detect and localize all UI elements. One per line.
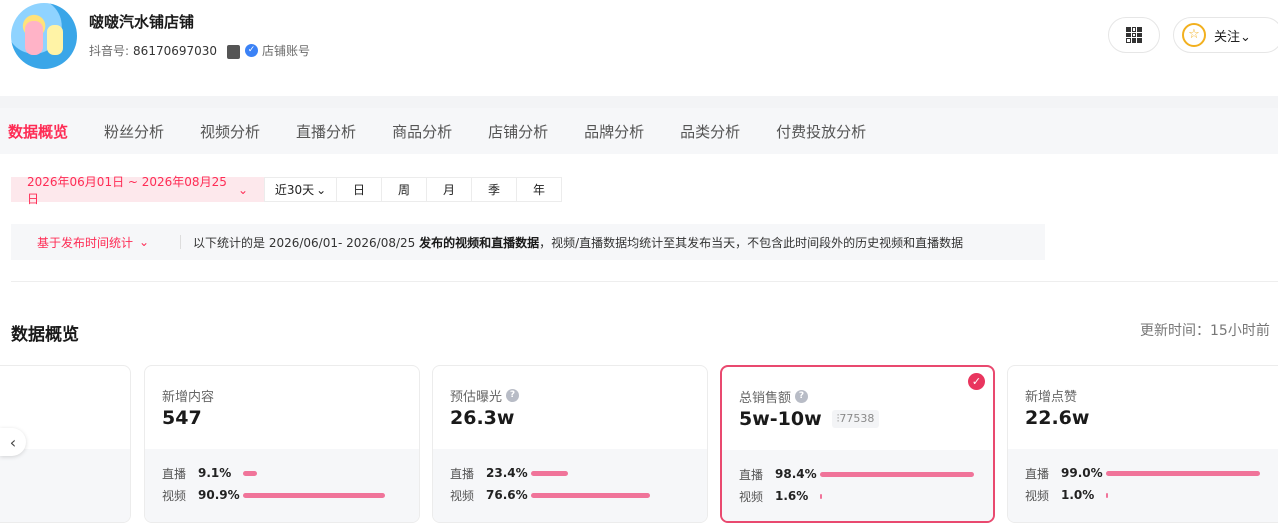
douyin-id: 86170697030 xyxy=(133,43,218,58)
period-day[interactable]: 日 xyxy=(337,177,382,202)
follow-label: 关注⌄ xyxy=(1214,29,1251,45)
qr-code-icon xyxy=(1126,27,1142,43)
verified-icon: ✓ xyxy=(245,44,259,57)
follow-button[interactable]: ☆ 关注⌄ xyxy=(1173,17,1278,53)
update-time: 更新时间：15小时前 xyxy=(1140,323,1270,339)
card-breakdown: 直播 9.1% 视频 90.9% xyxy=(145,449,419,522)
metric-card-new-content[interactable]: 新增内容 547 直播 9.1% 视频 90.9% xyxy=(144,365,420,523)
card-breakdown: 直播 99.0% 视频 1.0% xyxy=(1008,449,1278,522)
metric-card-new-likes[interactable]: 新增点赞 22.6w 直播 99.0% 视频 1.0% xyxy=(1007,365,1278,523)
stat-mode-select[interactable]: 基于发布时间统计 ⌄ xyxy=(11,235,181,250)
shop-meta: 抖音号: 86170697030 ✓ 店铺账号 xyxy=(89,42,310,59)
tab-fans[interactable]: 粉丝分析 xyxy=(104,121,164,142)
video-share-bar xyxy=(1106,492,1108,498)
date-range-picker[interactable]: 2026年06月01日 ~ 2026年08月25日 ⌄ xyxy=(11,175,264,206)
breakdown-row: 直播 99.0% xyxy=(1025,465,1262,481)
card-value: 26.3w xyxy=(450,407,515,429)
avatar-figure xyxy=(47,25,63,55)
metric-card-total-sales[interactable]: ✓ 总销售额? 5w-10w ⫶77538 直播 98.4% 视频 1.6% xyxy=(720,365,995,523)
tab-live[interactable]: 直播分析 xyxy=(296,121,356,142)
card-breakdown: 直播 98.4% 视频 1.6% xyxy=(722,450,993,521)
metric-card-est-exposure[interactable]: 预估曝光? 26.3w 直播 23.4% 视频 76.6% xyxy=(432,365,708,523)
avatar-figure xyxy=(25,21,43,55)
period-week[interactable]: 周 xyxy=(382,177,427,202)
section-title: 数据概览 xyxy=(11,325,79,345)
live-share-bar xyxy=(243,470,257,476)
divider xyxy=(11,281,1278,282)
account-type: 店铺账号 xyxy=(262,44,311,58)
card-breakdown: 直播 23.4% 视频 76.6% xyxy=(433,449,707,522)
breakdown-row: 直播 23.4% xyxy=(450,465,687,481)
help-icon[interactable]: ? xyxy=(795,390,809,403)
tab-brand[interactable]: 品牌分析 xyxy=(584,121,644,142)
live-share-bar xyxy=(820,471,974,477)
douyin-id-label: 抖音号: xyxy=(89,44,130,58)
breakdown-row: 视频 1.6% xyxy=(739,488,976,504)
star-icon: ☆ xyxy=(1182,23,1206,47)
stat-description: 以下统计的是 2026/06/01- 2026/08/25 发布的视频和直播数据… xyxy=(193,235,964,250)
breakdown-row: 视频 90.9% xyxy=(162,487,399,503)
date-filter: 2026年06月01日 ~ 2026年08月25日 ⌄ 近30天 ⌄ 日 周 月 … xyxy=(11,175,562,206)
card-title: 预估曝光? xyxy=(450,386,520,405)
period-quarter[interactable]: 季 xyxy=(472,177,517,202)
live-share-bar xyxy=(1106,470,1260,476)
breakdown-row: 视频 1.0% xyxy=(1025,487,1262,503)
live-share-bar xyxy=(531,470,568,476)
tab-overview[interactable]: 数据概览 xyxy=(8,121,68,142)
tab-video[interactable]: 视频分析 xyxy=(200,121,260,142)
card-value: 5w-10w ⫶77538 xyxy=(739,408,880,430)
shop-avatar[interactable] xyxy=(11,3,77,69)
chevron-down-icon: ⌄ xyxy=(237,182,248,197)
tab-shop[interactable]: 店铺分析 xyxy=(488,121,548,142)
tab-category[interactable]: 品类分析 xyxy=(680,121,740,142)
stat-info-bar: 基于发布时间统计 ⌄ 以下统计的是 2026/06/01- 2026/08/25… xyxy=(11,224,1045,260)
sales-badge: ⫶77538 xyxy=(831,410,880,428)
copy-icon[interactable] xyxy=(225,44,241,59)
period-month[interactable]: 月 xyxy=(427,177,472,202)
help-icon[interactable]: ? xyxy=(506,389,520,402)
analysis-tabs: 数据概览 粉丝分析 视频分析 直播分析 商品分析 店铺分析 品牌分析 品类分析 … xyxy=(0,108,1278,154)
shop-name: 啵啵汽水铺店铺 xyxy=(89,13,195,31)
separator-band xyxy=(0,96,1278,108)
period-recent-30[interactable]: 近30天 ⌄ xyxy=(264,177,337,202)
breakdown-row: 直播 98.4% xyxy=(739,466,976,482)
check-icon: ✓ xyxy=(968,373,985,390)
video-share-bar xyxy=(531,492,650,498)
card-title: 新增内容 xyxy=(162,390,215,405)
tab-paid-ads[interactable]: 付费投放分析 xyxy=(776,121,866,142)
period-year[interactable]: 年 xyxy=(517,177,562,202)
card-value: 22.6w xyxy=(1025,407,1090,429)
card-title: 新增点赞 xyxy=(1025,390,1078,405)
shop-header: 啵啵汽水铺店铺 抖音号: 86170697030 ✓ 店铺账号 ☆ 关注⌄ xyxy=(0,0,1278,86)
chevron-down-icon: ⌄ xyxy=(139,235,150,249)
chevron-down-icon: ⌄ xyxy=(316,182,327,197)
card-title: 总销售额? xyxy=(739,387,809,406)
video-share-bar xyxy=(820,493,822,499)
video-share-bar xyxy=(243,492,385,498)
breakdown-row: 视频 76.6% xyxy=(450,487,687,503)
card-value: 547 xyxy=(162,407,202,429)
chevron-down-icon: ⌄ xyxy=(1240,29,1251,45)
tab-product[interactable]: 商品分析 xyxy=(392,121,452,142)
qr-code-button[interactable] xyxy=(1108,17,1160,53)
breakdown-row: 直播 9.1% xyxy=(162,465,399,481)
